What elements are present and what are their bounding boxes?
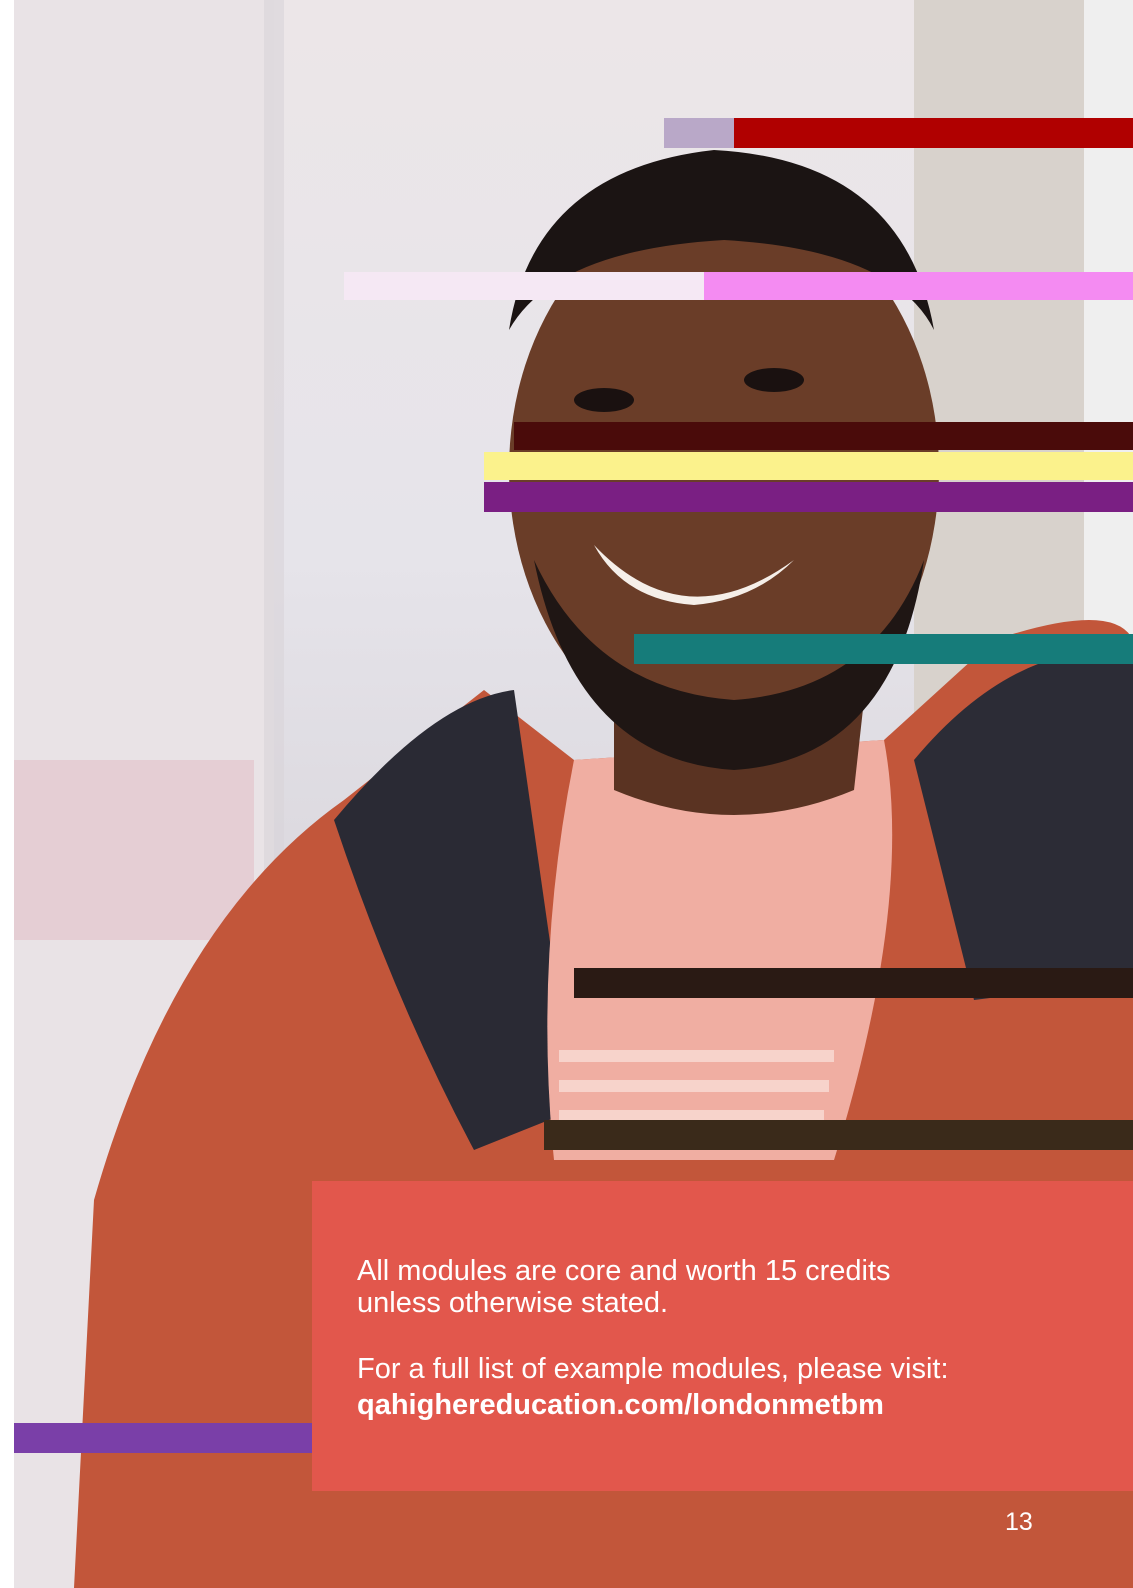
- info-callout-box: All modules are core and worth 15 credit…: [312, 1181, 1133, 1491]
- modules-note-line-2: unless otherwise stated.: [357, 1287, 669, 1319]
- page-number: 13: [1005, 1508, 1033, 1536]
- modules-url-link[interactable]: qahighereducation.com/londonmetbm: [357, 1388, 1093, 1422]
- modules-note-line-1: All modules are core and worth 15 credit…: [357, 1255, 891, 1287]
- brochure-page: All modules are core and worth 15 credit…: [0, 0, 1133, 1588]
- full-list-text: For a full list of example modules, plea…: [357, 1353, 949, 1385]
